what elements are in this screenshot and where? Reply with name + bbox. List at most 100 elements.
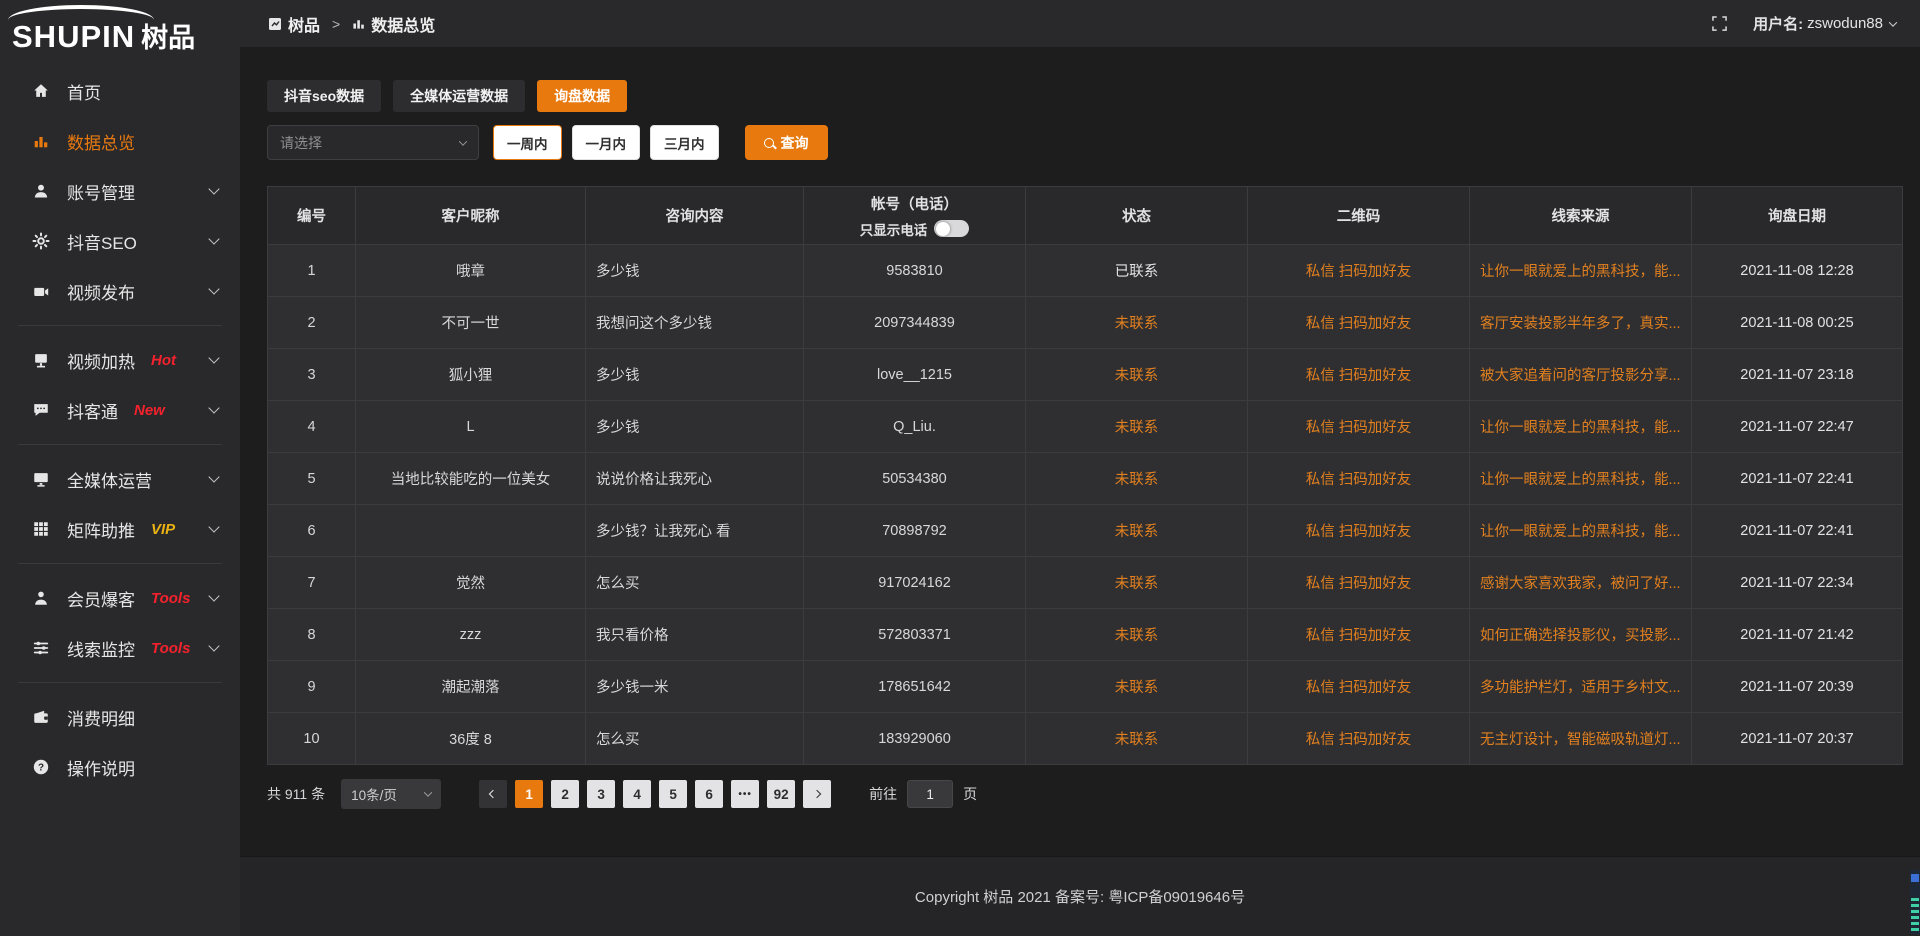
- breadcrumb-root[interactable]: 树品: [288, 12, 320, 36]
- sidebar-item-wallet[interactable]: 消费明细: [0, 692, 240, 742]
- tab-2[interactable]: 全媒体运营数据: [393, 80, 525, 112]
- sidebar-item-label: 矩阵助推: [67, 517, 135, 542]
- sidebar-item-chat[interactable]: 抖客通 New: [0, 385, 240, 435]
- sidebar-divider: [18, 444, 222, 445]
- sidebar-item-heat[interactable]: 视频加热 Hot: [0, 335, 240, 385]
- cell-status: 已联系: [1026, 245, 1248, 297]
- cell-date: 2021-11-07 20:39: [1692, 661, 1903, 713]
- fullscreen-icon[interactable]: [1712, 16, 1727, 31]
- page-size-select[interactable]: 10条/页: [341, 779, 441, 809]
- page-button-5[interactable]: 5: [659, 780, 687, 808]
- filter-select[interactable]: 请选择: [267, 125, 479, 160]
- table-body: 1 哦章 多少钱 9583810 已联系 私信 扫码加好友 让你一眼就爱上的黑科…: [268, 245, 1903, 765]
- cell-date: 2021-11-07 21:42: [1692, 609, 1903, 661]
- cell-qr-link[interactable]: 私信 扫码加好友: [1248, 401, 1470, 453]
- sidebar-item-video[interactable]: 视频发布: [0, 266, 240, 316]
- range-button-2[interactable]: 一月内: [572, 125, 641, 160]
- home-icon: [30, 82, 52, 100]
- logo-arc: [8, 5, 154, 21]
- header-content: 咨询内容: [586, 187, 804, 245]
- table-row: 4 L 多少钱 Q_Liu. 未联系 私信 扫码加好友 让你一眼就爱上的黑科技，…: [268, 401, 1903, 453]
- cell-source-link[interactable]: 让你一眼就爱上的黑科技，能...: [1470, 453, 1692, 505]
- page-button-2[interactable]: 2: [551, 780, 579, 808]
- sidebar-item-label: 视频发布: [67, 279, 135, 304]
- sidebar-item-gear[interactable]: 抖音SEO: [0, 216, 240, 266]
- tab-bar: 抖音seo数据全媒体运营数据询盘数据: [267, 80, 1903, 112]
- cell-qr-link[interactable]: 私信 扫码加好友: [1248, 661, 1470, 713]
- cell-qr-link[interactable]: 私信 扫码加好友: [1248, 557, 1470, 609]
- cell-account: 9583810: [804, 245, 1026, 297]
- chat-icon: [30, 401, 52, 419]
- header-status: 状态: [1026, 187, 1248, 245]
- sidebar-item-sliders[interactable]: 线索监控 Tools: [0, 623, 240, 673]
- goto-label: 前往: [869, 784, 897, 804]
- cell-qr-link[interactable]: 私信 扫码加好友: [1248, 453, 1470, 505]
- search-button[interactable]: 查询: [745, 125, 828, 160]
- table-row: 8 zzz 我只看价格 572803371 未联系 私信 扫码加好友 如何正确选…: [268, 609, 1903, 661]
- page-ellipsis-button[interactable]: •••: [731, 780, 759, 808]
- cell-status: 未联系: [1026, 349, 1248, 401]
- page-button-6[interactable]: 6: [695, 780, 723, 808]
- cell-qr-link[interactable]: 私信 扫码加好友: [1248, 609, 1470, 661]
- phone-only-toggle[interactable]: [934, 220, 969, 237]
- cell-content: 说说价格让我死心: [586, 453, 804, 505]
- cell-qr-link[interactable]: 私信 扫码加好友: [1248, 505, 1470, 557]
- cell-qr-link[interactable]: 私信 扫码加好友: [1248, 297, 1470, 349]
- sidebar-menu: 首页 数据总览 账号管理 抖音SEO 视频发布 视频加热 Hot 抖客通 New…: [0, 58, 240, 792]
- cell-qr-link[interactable]: 私信 扫码加好友: [1248, 713, 1470, 765]
- topbar-right: 用户名: zswodun88: [1712, 13, 1896, 34]
- cell-source-link[interactable]: 无主灯设计，智能磁吸轨道灯...: [1470, 713, 1692, 765]
- cell-source-link[interactable]: 让你一眼就爱上的黑科技，能...: [1470, 505, 1692, 557]
- user-menu[interactable]: 用户名: zswodun88: [1753, 13, 1896, 34]
- tab-3[interactable]: 询盘数据: [537, 80, 627, 112]
- range-button-3[interactable]: 三月内: [650, 125, 719, 160]
- tab-1[interactable]: 抖音seo数据: [267, 80, 381, 112]
- edge-widget[interactable]: [1910, 870, 1920, 934]
- main-column: 树品 > 数据总览 用户名: zswodun88 抖音seo数据全媒体运营数: [240, 0, 1920, 936]
- sidebar-divider: [18, 682, 222, 683]
- cell-source-link[interactable]: 客厅安装投影半年多了，真实...: [1470, 297, 1692, 349]
- chevron-down-icon: [208, 183, 219, 194]
- chart-icon: [30, 132, 52, 150]
- cell-source-link[interactable]: 被大家追着问的客厅投影分享...: [1470, 349, 1692, 401]
- cell-source-link[interactable]: 如何正确选择投影仪，买投影...: [1470, 609, 1692, 661]
- sidebar-item-home[interactable]: 首页: [0, 66, 240, 116]
- cell-account: 572803371: [804, 609, 1026, 661]
- cell-id: 4: [268, 401, 356, 453]
- goto-page-input[interactable]: 1: [907, 780, 953, 808]
- sidebar-item-monitor[interactable]: 全媒体运营: [0, 454, 240, 504]
- page-button-92[interactable]: 92: [767, 780, 795, 808]
- page-button-3[interactable]: 3: [587, 780, 615, 808]
- prev-page-button[interactable]: [479, 780, 507, 808]
- range-button-1[interactable]: 一周内: [493, 125, 562, 160]
- cell-id: 8: [268, 609, 356, 661]
- cell-qr-link[interactable]: 私信 扫码加好友: [1248, 245, 1470, 297]
- cell-source-link[interactable]: 感谢大家喜欢我家，被问了好...: [1470, 557, 1692, 609]
- cell-status: 未联系: [1026, 661, 1248, 713]
- chevron-down-icon: [424, 788, 432, 796]
- sidebar-item-label: 消费明细: [67, 705, 135, 730]
- sidebar-item-grid[interactable]: 矩阵助推 VIP: [0, 504, 240, 554]
- sidebar-item-help[interactable]: ? 操作说明: [0, 742, 240, 792]
- sidebar-item-chart[interactable]: 数据总览: [0, 116, 240, 166]
- cell-id: 2: [268, 297, 356, 349]
- app-window: SHUPIN树品 首页 数据总览 账号管理 抖音SEO 视频发布 视频加热 Ho…: [0, 0, 1920, 936]
- sidebar-item-member[interactable]: 会员爆客 Tools: [0, 573, 240, 623]
- next-page-button[interactable]: [803, 780, 831, 808]
- sidebar-item-user[interactable]: 账号管理: [0, 166, 240, 216]
- cell-account: 70898792: [804, 505, 1026, 557]
- cell-source-link[interactable]: 让你一眼就爱上的黑科技，能...: [1470, 401, 1692, 453]
- cell-id: 6: [268, 505, 356, 557]
- main-content: 抖音seo数据全媒体运营数据询盘数据 请选择 一周内一月内三月内 查询: [240, 47, 1920, 856]
- sidebar-item-label: 抖音SEO: [67, 229, 137, 254]
- cell-nickname: 36度 8: [356, 713, 586, 765]
- page-button-4[interactable]: 4: [623, 780, 651, 808]
- page-button-1[interactable]: 1: [515, 780, 543, 808]
- chevron-down-icon: [208, 640, 219, 651]
- brand-logo[interactable]: SHUPIN树品: [0, 0, 240, 58]
- table-row: 3 狐小狸 多少钱 love__1215 未联系 私信 扫码加好友 被大家追着问…: [268, 349, 1903, 401]
- cell-qr-link[interactable]: 私信 扫码加好友: [1248, 349, 1470, 401]
- cell-id: 3: [268, 349, 356, 401]
- cell-source-link[interactable]: 让你一眼就爱上的黑科技，能...: [1470, 245, 1692, 297]
- cell-source-link[interactable]: 多功能护栏灯，适用于乡村文...: [1470, 661, 1692, 713]
